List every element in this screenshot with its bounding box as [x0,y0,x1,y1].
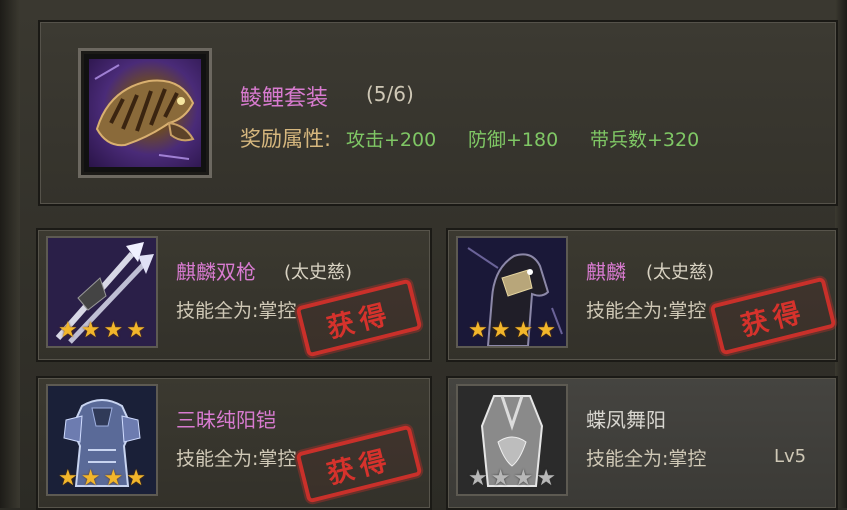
item-name: 三昧纯阳铠 [176,408,276,432]
set-piece-count: (5/6) [366,82,414,106]
equipment-set-window: 鲮鲤套装 (5/6) 奖励属性: 攻击+200 防御+180 带兵数+320 ★… [0,0,847,510]
star-icon: ★ [126,318,146,343]
star-rating: ★ ★ ★ ★ [468,468,556,490]
item-name: 麒麟双枪 [176,260,256,284]
item-skill: 技能全为:掌控 [176,448,297,470]
item-skill: 技能全为:掌控 [586,300,707,322]
item-name: 蝶凤舞阳 [586,408,666,432]
item-skill: 技能全为:掌控 [586,448,707,470]
set-stat-defense: 防御+180 [468,129,559,151]
star-rating: ★ ★ ★ ★ [58,320,146,342]
star-icon: ★ [513,466,534,491]
set-icon-frame[interactable] [78,48,212,178]
star-icon: ★ [536,466,556,491]
star-icon: ★ [58,318,78,343]
armored-horse-icon: ★ ★ ★ ★ [456,236,568,348]
star-icon: ★ [513,318,534,343]
star-icon: ★ [126,466,146,491]
item-skill-level: Lv5 [774,446,807,467]
star-icon: ★ [536,318,556,343]
set-stat-attack: 攻击+200 [346,129,437,151]
item-name: 麒麟 [586,260,626,284]
star-icon: ★ [468,466,488,491]
star-rating: ★ ★ ★ ★ [468,320,556,342]
obtained-stamp: 获得 [709,276,837,356]
set-item-card[interactable]: ★ ★ ★ ★ 三昧纯阳铠 技能全为:掌控 获得 [36,376,432,510]
star-icon: ★ [103,466,124,491]
item-hero: (太史慈) [646,262,715,283]
twin-spears-icon: ★ ★ ★ ★ [46,236,158,348]
set-stat-troops: 带兵数+320 [590,129,700,151]
star-icon: ★ [80,466,101,491]
star-icon: ★ [58,466,78,491]
star-icon: ★ [490,318,511,343]
obtained-stamp: 获得 [295,424,423,504]
star-icon: ★ [468,318,488,343]
obtained-stamp: 获得 [295,278,423,358]
set-title: 鲮鲤套装 [240,86,329,111]
item-hero: (太史慈) [284,262,353,283]
set-item-card[interactable]: ★ ★ ★ ★ 麒麟 (太史慈) 技能全为:掌控 获得 [446,228,838,362]
window-left-edge [0,0,20,508]
star-icon: ★ [80,318,101,343]
set-item-card[interactable]: ★ ★ ★ ★ 麒麟双枪 (太史慈) 技能全为:掌控 获得 [36,228,432,362]
star-rating: ★ ★ ★ ★ [58,468,146,490]
armor-icon: ★ ★ ★ ★ [46,384,158,496]
item-skill: 技能全为:掌控 [176,300,297,322]
set-item-card[interactable]: ★ ★ ★ ★ 蝶凤舞阳 技能全为:掌控 Lv5 [446,376,838,510]
star-icon: ★ [103,318,124,343]
set-reward-label: 奖励属性: [240,127,332,151]
robe-icon: ★ ★ ★ ★ [456,384,568,496]
armadillo-armor-set-icon [89,59,201,167]
star-icon: ★ [490,466,511,491]
